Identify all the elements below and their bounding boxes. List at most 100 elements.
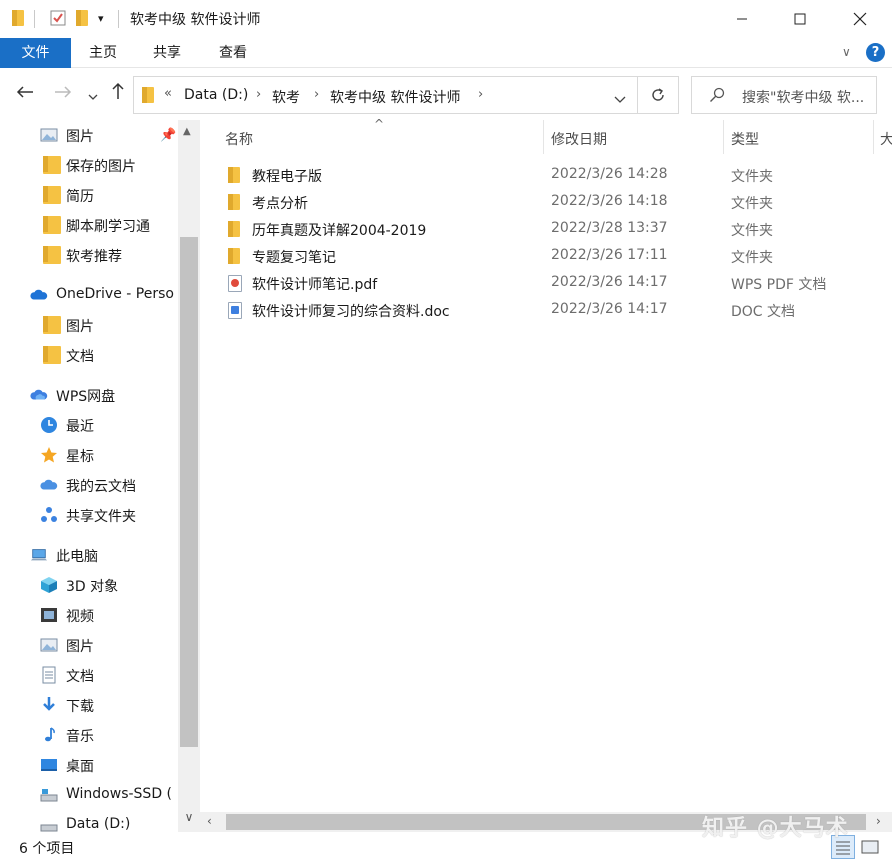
scroll-down-icon[interactable]: ∨: [180, 810, 198, 830]
sidebar-item-label: 共享文件夹: [66, 509, 136, 525]
folder-icon: [228, 221, 240, 237]
folder-icon: [43, 346, 61, 364]
watermark: 知乎 @大马术: [702, 816, 849, 841]
address-bar[interactable]: « Data (D:) › 软考 › 软考中级 软件设计师 ›: [133, 76, 679, 114]
refresh-icon: [652, 88, 664, 101]
maximize-button[interactable]: [770, 0, 830, 38]
tab-home[interactable]: 主页: [82, 38, 124, 68]
back-button[interactable]: [16, 84, 34, 103]
file-row[interactable]: 软件设计师笔记.pdf 2022/3/26 14:17 WPS PDF 文档: [220, 270, 880, 297]
star-icon: [41, 447, 57, 463]
drive-icon: [40, 789, 58, 802]
sidebar-item-label: 3D 对象: [66, 579, 119, 595]
new-folder-icon[interactable]: [76, 10, 88, 26]
help-icon[interactable]: ?: [866, 43, 885, 62]
sidebar-item-label: 文档: [66, 349, 94, 365]
overflow-icon[interactable]: «: [164, 86, 172, 101]
file-name: 考点分析: [252, 196, 308, 212]
breadcrumb-current[interactable]: 软考中级 软件设计师: [330, 87, 460, 107]
chevron-right-icon[interactable]: ›: [314, 87, 319, 102]
sidebar-item-label: 视频: [66, 609, 94, 625]
column-divider[interactable]: [873, 120, 874, 154]
file-row[interactable]: 专题复习笔记 2022/3/26 17:11 文件夹: [220, 243, 880, 270]
breadcrumb-data-drive[interactable]: Data (D:): [184, 87, 248, 103]
up-button[interactable]: [111, 82, 125, 104]
folder-icon: [142, 87, 154, 103]
file-type: DOC 文档: [731, 304, 796, 320]
properties-icon[interactable]: [49, 9, 67, 31]
scroll-up-icon[interactable]: ▲: [183, 126, 191, 137]
column-header-date[interactable]: 修改日期: [551, 129, 607, 149]
recent-locations-button[interactable]: [88, 86, 98, 105]
folder-icon: [43, 186, 61, 204]
video-icon: [41, 608, 57, 622]
wps-cloud-icon: [30, 389, 48, 400]
file-row[interactable]: 教程电子版 2022/3/26 14:28 文件夹: [220, 162, 880, 189]
pdf-file-icon: [228, 275, 242, 292]
large-icons-view-icon: [861, 840, 879, 854]
tab-view[interactable]: 查看: [212, 38, 254, 68]
customize-toolbar-icon[interactable]: ▾: [98, 12, 104, 25]
file-name: 软件设计师复习的综合资料.doc: [252, 304, 450, 320]
refresh-button[interactable]: [650, 87, 666, 107]
file-date: 2022/3/28 13:37: [551, 220, 668, 236]
file-date: 2022/3/26 14:18: [551, 193, 668, 209]
minimize-icon: [737, 18, 747, 20]
file-type: 文件夹: [731, 169, 773, 185]
chevron-right-icon[interactable]: ›: [478, 87, 483, 102]
window-title: 软考中级 软件设计师: [130, 12, 261, 28]
sidebar-item-label: 星标: [66, 449, 94, 465]
sidebar-item-label: 图片: [66, 639, 94, 655]
large-icons-view-button[interactable]: [858, 835, 882, 859]
pin-icon[interactable]: 📌: [160, 128, 176, 143]
cloud-icon: [40, 479, 58, 490]
file-row[interactable]: 软件设计师复习的综合资料.doc 2022/3/26 14:17 DOC 文档: [220, 297, 880, 324]
folder-icon: [228, 194, 240, 210]
sidebar-item-label: 桌面: [66, 759, 94, 775]
address-history-button[interactable]: [614, 91, 626, 107]
ribbon-expand-icon[interactable]: ∨: [842, 45, 851, 59]
scroll-left-icon[interactable]: ‹: [207, 814, 212, 828]
column-header-type[interactable]: 类型: [731, 129, 759, 149]
column-header-size[interactable]: 大: [880, 129, 892, 149]
folder-icon: [12, 10, 24, 26]
column-divider[interactable]: [723, 120, 724, 154]
back-arrow-icon: [16, 86, 33, 98]
sidebar-item-label: 最近: [66, 419, 94, 435]
title-bar: ▾ 软考中级 软件设计师: [0, 0, 892, 38]
drive-icon: [40, 824, 58, 832]
minimize-button[interactable]: [712, 0, 772, 38]
sidebar-item-label: 软考推荐: [66, 249, 122, 265]
pictures-icon: [40, 128, 58, 142]
computer-icon: [30, 549, 48, 561]
close-button[interactable]: [830, 0, 890, 38]
forward-arrow-icon: [55, 86, 72, 98]
sidebar-scrollbar-thumb[interactable]: [180, 237, 198, 747]
file-name: 历年真题及详解2004-2019: [252, 223, 427, 239]
doc-file-icon: [228, 302, 242, 319]
tab-share[interactable]: 共享: [146, 38, 188, 68]
file-type: WPS PDF 文档: [731, 277, 827, 293]
chevron-down-icon: [614, 96, 626, 103]
column-divider[interactable]: [543, 120, 544, 154]
file-row[interactable]: 考点分析 2022/3/26 14:18 文件夹: [220, 189, 880, 216]
pictures-icon: [40, 638, 58, 652]
search-icon: [709, 87, 725, 107]
tab-file[interactable]: 文件: [0, 38, 71, 68]
sidebar-item-label: 保存的图片: [66, 159, 136, 175]
file-name: 软件设计师笔记.pdf: [252, 277, 378, 293]
chevron-right-icon[interactable]: ›: [256, 87, 261, 102]
onedrive-icon: [30, 289, 48, 300]
file-row[interactable]: 历年真题及详解2004-2019 2022/3/28 13:37 文件夹: [220, 216, 880, 243]
breadcrumb-ruankao[interactable]: 软考: [272, 87, 300, 107]
sidebar-item-label: 音乐: [66, 729, 94, 745]
file-type: 文件夹: [731, 250, 773, 266]
navigation-pane: 图片 📌 保存的图片 简历 脚本刷学习通 软考推荐 OneDrive - Per…: [0, 120, 200, 832]
forward-button[interactable]: [54, 84, 72, 103]
search-input[interactable]: 搜索"软考中级 软...: [742, 87, 874, 107]
folder-icon: [43, 156, 61, 174]
scroll-right-icon[interactable]: ›: [876, 814, 881, 828]
file-date: 2022/3/26 14:17: [551, 301, 668, 317]
column-header-name[interactable]: 名称: [225, 129, 253, 149]
search-box[interactable]: 搜索"软考中级 软...: [691, 76, 877, 114]
